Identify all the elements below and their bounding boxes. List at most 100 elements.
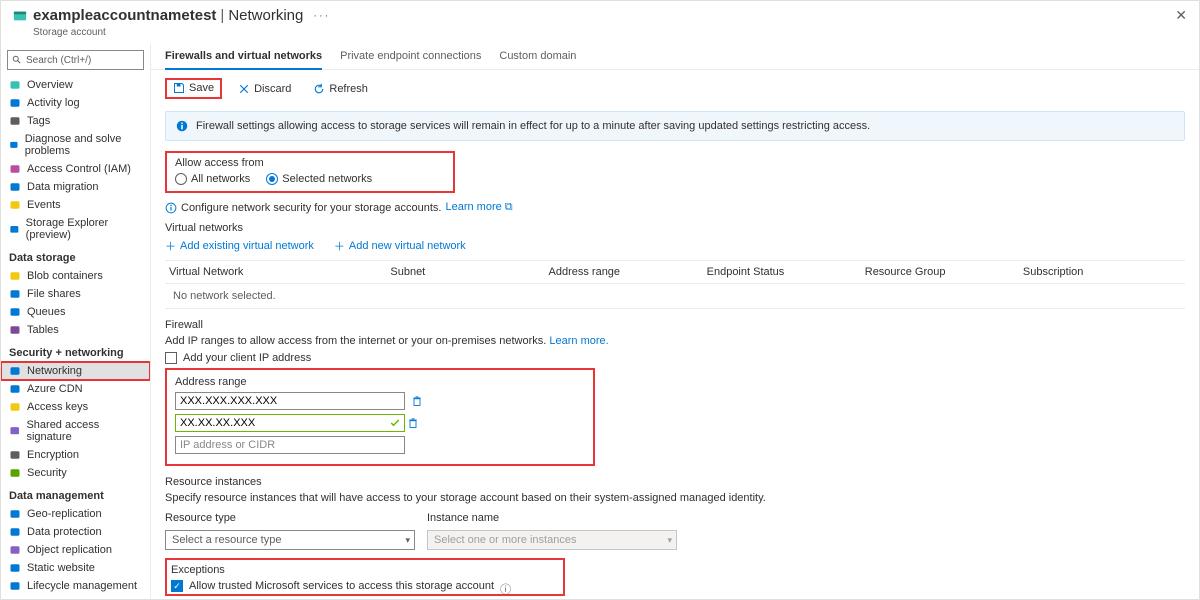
nav-encryption[interactable]: Encryption	[1, 446, 150, 464]
search-icon	[12, 55, 22, 65]
allow-access-label: Allow access from	[175, 157, 445, 169]
delete-icon[interactable]	[407, 417, 419, 429]
ip-input-2[interactable]	[175, 414, 405, 432]
vnets-heading: Virtual networks	[151, 216, 1199, 236]
resource-instances-desc: Specify resource instances that will hav…	[151, 490, 1199, 506]
close-icon[interactable]: ✕	[1175, 7, 1187, 24]
lock-icon	[9, 449, 21, 461]
firewall-desc: Add IP ranges to allow access from the i…	[151, 333, 1199, 349]
life-icon	[9, 580, 21, 592]
nav-activity-log[interactable]: Activity log	[1, 94, 150, 112]
firewall-heading: Firewall	[151, 309, 1199, 333]
objrep-icon	[9, 544, 21, 556]
nav-sas[interactable]: Shared access signature	[1, 416, 150, 446]
save-button[interactable]: Save	[167, 80, 220, 96]
learn-more-link[interactable]: Learn more ⧉	[445, 201, 512, 214]
exceptions-heading: Exceptions	[171, 562, 559, 578]
col-vnet: Virtual Network	[169, 266, 390, 278]
queue-icon	[9, 306, 21, 318]
address-range-label: Address range	[175, 376, 585, 388]
web-icon	[9, 562, 21, 574]
explorer-icon	[9, 223, 20, 235]
ip-input-1[interactable]	[175, 392, 405, 410]
config-hint: Configure network security for your stor…	[151, 199, 1199, 216]
nav-networking[interactable]: Networking	[1, 362, 150, 380]
info-icon	[176, 120, 188, 132]
key-icon	[9, 401, 21, 413]
nav-keys[interactable]: Access keys	[1, 398, 150, 416]
col-subscription: Subscription	[1023, 266, 1181, 278]
nav-azsearch[interactable]: Azure search	[1, 595, 150, 599]
nav-file[interactable]: File shares	[1, 285, 150, 303]
firewall-learn-more[interactable]: Learn more.	[549, 335, 608, 347]
chk-trusted-services[interactable]	[171, 580, 183, 592]
instance-name-select: Select one or more instances▾	[427, 530, 677, 550]
nav-dataprot[interactable]: Data protection	[1, 523, 150, 541]
radio-all-networks[interactable]: All networks	[175, 173, 250, 185]
nav-migration[interactable]: Data migration	[1, 178, 150, 196]
shield-icon	[9, 467, 21, 479]
allow-access-box: Allow access from All networks Selected …	[165, 151, 455, 193]
add-existing-vnet[interactable]: ＋Add existing virtual network	[165, 238, 314, 254]
table-icon	[9, 324, 21, 336]
nav-events[interactable]: Events	[1, 196, 150, 214]
add-new-vnet[interactable]: ＋Add new virtual network	[334, 238, 466, 254]
nav-explorer[interactable]: Storage Explorer (preview)	[1, 214, 150, 244]
nav-life[interactable]: Lifecycle management	[1, 577, 150, 595]
chk-add-client-ip[interactable]	[165, 352, 177, 364]
radio-selected-networks[interactable]: Selected networks	[266, 173, 372, 185]
cdn-icon	[9, 383, 21, 395]
bolt-icon	[9, 199, 21, 211]
nav-iam[interactable]: Access Control (IAM)	[1, 160, 150, 178]
nav-security[interactable]: Security	[1, 464, 150, 482]
vnet-table: Virtual Network Subnet Address range End…	[165, 260, 1185, 309]
nav-queues[interactable]: Queues	[1, 303, 150, 321]
info-text: Firewall settings allowing access to sto…	[196, 120, 870, 132]
nav-group-datamgmt: Data management	[1, 482, 150, 505]
nav-overview[interactable]: Overview	[1, 76, 150, 94]
search-placeholder: Search (Ctrl+/)	[26, 55, 91, 66]
info-icon[interactable]: ⓘ	[500, 581, 511, 592]
delete-icon[interactable]	[411, 395, 423, 407]
refresh-icon	[313, 83, 325, 95]
nav-group-datastorage: Data storage	[1, 244, 150, 267]
file-icon	[9, 288, 21, 300]
nav-objrep[interactable]: Object replication	[1, 541, 150, 559]
georep-icon	[9, 508, 21, 520]
tab-custom-domain[interactable]: Custom domain	[499, 50, 576, 69]
tab-firewalls[interactable]: Firewalls and virtual networks	[165, 50, 322, 70]
nav-georep[interactable]: Geo-replication	[1, 505, 150, 523]
address-range-box: Address range	[165, 368, 595, 466]
nav-static[interactable]: Static website	[1, 559, 150, 577]
nav-blob[interactable]: Blob containers	[1, 267, 150, 285]
refresh-button[interactable]: Refresh	[307, 81, 374, 97]
main-content: Firewalls and virtual networks Private e…	[151, 44, 1199, 599]
toolbar: Save Discard Refresh	[151, 70, 1199, 107]
storage-icon	[9, 79, 21, 91]
globe-icon	[9, 365, 21, 377]
tabs: Firewalls and virtual networks Private e…	[151, 44, 1199, 70]
col-res-type: Resource type	[165, 512, 415, 524]
resource-type-select[interactable]: Select a resource type▾	[165, 530, 415, 550]
discard-icon	[238, 83, 250, 95]
nav-diagnose[interactable]: Diagnose and solve problems	[1, 130, 150, 160]
ip-input-new[interactable]	[175, 436, 405, 454]
search-icon	[9, 598, 21, 599]
info-icon	[165, 202, 177, 214]
people-icon	[9, 163, 21, 175]
blade-header: exampleaccountnametest | Networking ··· …	[1, 1, 1199, 27]
col-rg: Resource Group	[865, 266, 1023, 278]
check-icon	[389, 417, 401, 429]
title-separator: |	[220, 7, 224, 24]
container-icon	[9, 270, 21, 282]
col-range: Address range	[549, 266, 707, 278]
tab-private-endpoint[interactable]: Private endpoint connections	[340, 50, 481, 69]
chevron-down-icon: ▾	[667, 535, 672, 546]
nav-cdn[interactable]: Azure CDN	[1, 380, 150, 398]
nav-tables[interactable]: Tables	[1, 321, 150, 339]
discard-button[interactable]: Discard	[232, 81, 297, 97]
nav-tags[interactable]: Tags	[1, 112, 150, 130]
migrate-icon	[9, 181, 21, 193]
more-actions-button[interactable]: ···	[313, 10, 330, 22]
search-input[interactable]: Search (Ctrl+/)	[7, 50, 144, 70]
